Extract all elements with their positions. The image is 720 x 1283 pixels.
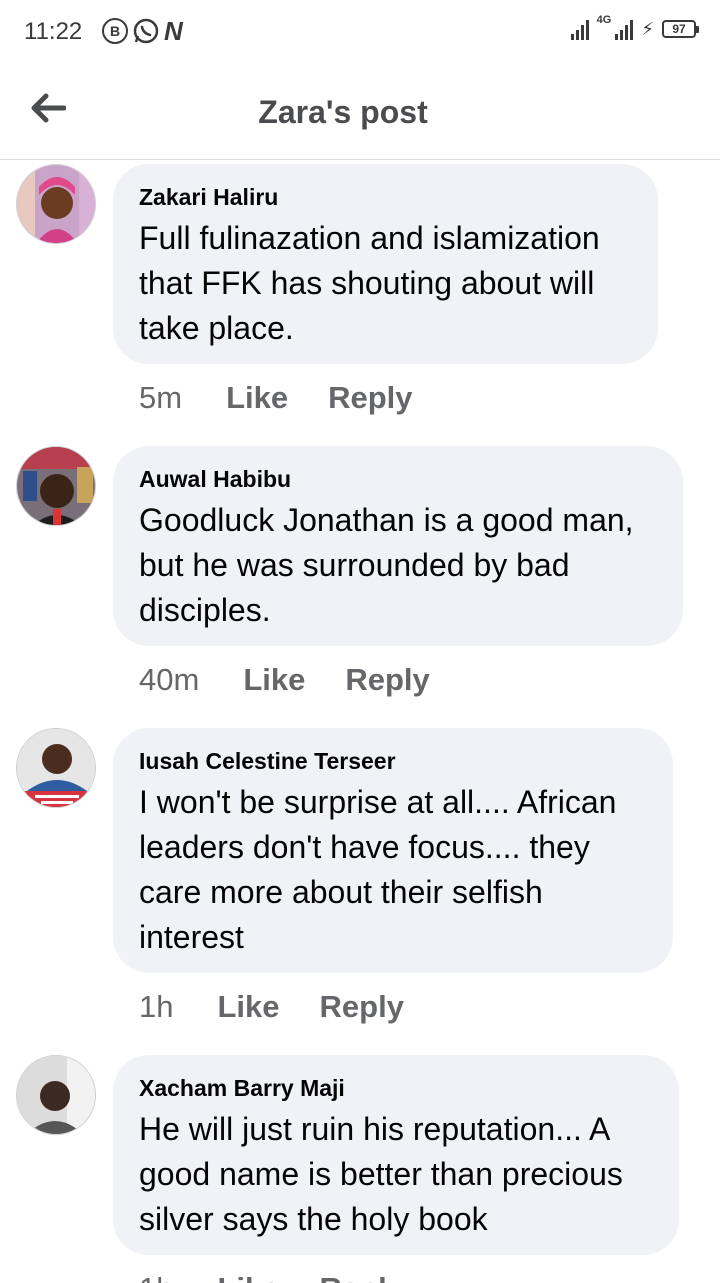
charging-icon: ⚡	[641, 19, 654, 39]
comment-author[interactable]: Xacham Barry Maji	[139, 1073, 653, 1103]
avatar-image	[17, 165, 95, 243]
like-button[interactable]: Like	[226, 380, 288, 416]
battery-level: 97	[672, 22, 686, 36]
comment-time: 1h	[139, 1271, 173, 1283]
status-time: 11:22	[24, 18, 83, 45]
comment-text: I won't be surprise at all.... African l…	[139, 784, 617, 955]
post-header: Zara's post	[0, 64, 720, 160]
comment-actions: 5m Like Reply	[139, 380, 453, 416]
reply-button[interactable]: Reply	[345, 662, 429, 698]
comment-time: 5m	[139, 380, 183, 415]
comment-actions: 1h Like Reply	[139, 989, 444, 1025]
signal-icon	[570, 18, 589, 40]
b-icon: B	[102, 18, 128, 44]
avatar[interactable]	[16, 164, 96, 244]
avatar-image	[17, 729, 95, 807]
reply-button[interactable]: Reply	[320, 1271, 404, 1283]
status-bar: 11:22 B N 4G ⚡ 97	[0, 0, 720, 64]
avatar[interactable]	[16, 1055, 96, 1135]
whatsapp-icon	[133, 18, 159, 44]
n-icon: N	[164, 16, 183, 46]
comment-author[interactable]: Iusah Celestine Terseer	[139, 746, 647, 776]
comment-actions: 1h Like Reply	[139, 1271, 444, 1283]
avatar-image	[17, 1056, 95, 1134]
comment-actions: 40m Like Reply	[139, 662, 470, 698]
comment-time: 1h	[139, 989, 174, 1024]
like-button[interactable]: Like	[243, 662, 305, 698]
reply-button[interactable]: Reply	[320, 989, 404, 1025]
comment-time: 40m	[139, 662, 200, 697]
comment-text: He will just ruin his reputation... A go…	[139, 1111, 623, 1237]
comment-text: Goodluck Jonathan is a good man, but he …	[139, 502, 634, 628]
system-icons: 4G ⚡ 97	[570, 14, 699, 40]
comment-author[interactable]: Auwal Habibu	[139, 464, 657, 494]
comment-bubble: Zakari Haliru Full fulinazation and isla…	[113, 164, 658, 364]
comment-text: Full fulinazation and islamization that …	[139, 220, 600, 346]
notification-icons: B N	[102, 17, 183, 45]
avatar[interactable]	[16, 728, 96, 808]
avatar-image	[17, 447, 95, 525]
like-button[interactable]: Like	[217, 1271, 279, 1283]
signal-icon-2	[615, 18, 634, 40]
page-title: Zara's post	[258, 94, 428, 130]
avatar[interactable]	[16, 446, 96, 526]
comment-bubble: Iusah Celestine Terseer I won't be surpr…	[113, 728, 673, 973]
comment-bubble: Xacham Barry Maji He will just ruin his …	[113, 1055, 679, 1255]
like-button[interactable]: Like	[217, 989, 279, 1025]
network-type: 4G	[596, 14, 612, 26]
reply-button[interactable]: Reply	[328, 380, 412, 416]
comment-author[interactable]: Zakari Haliru	[139, 182, 632, 212]
comment-bubble: Auwal Habibu Goodluck Jonathan is a good…	[113, 446, 683, 646]
battery-icon: 97	[662, 20, 699, 38]
